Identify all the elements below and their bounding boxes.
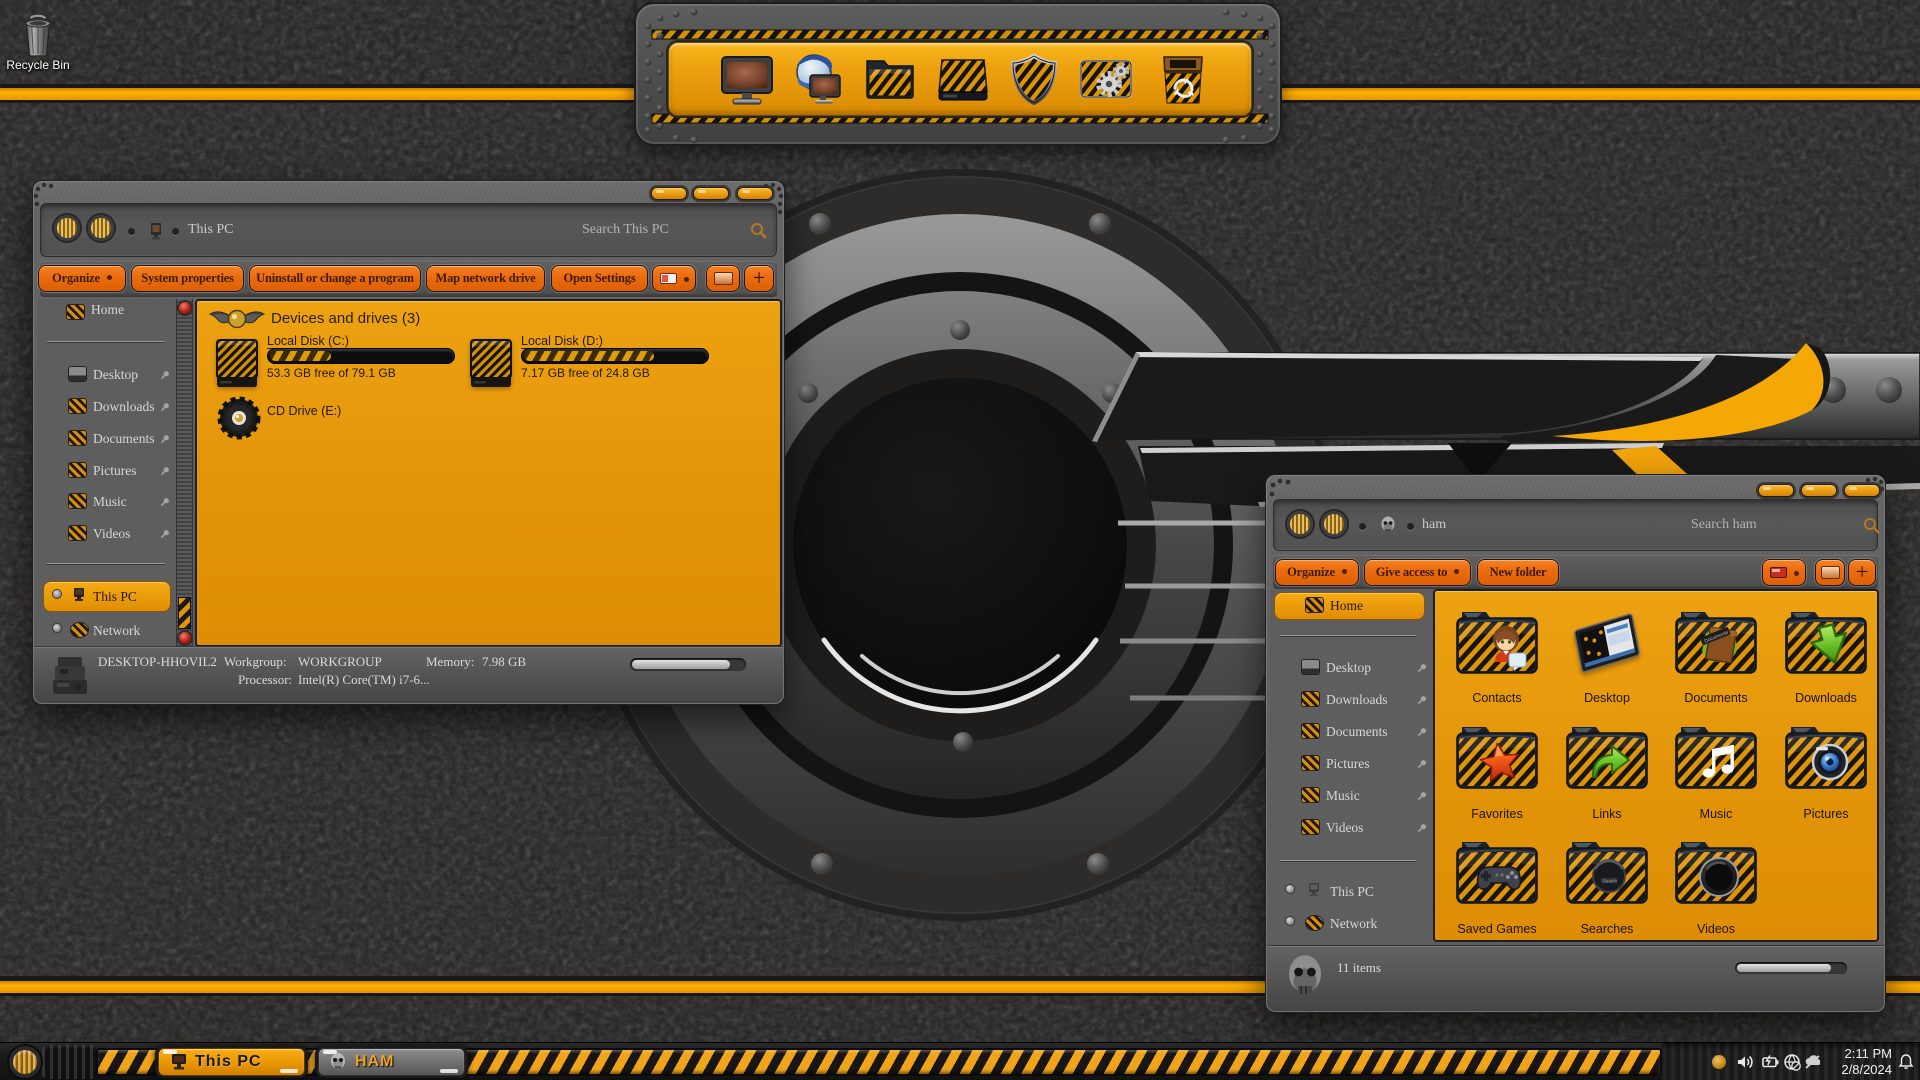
svg-text:Search: Search	[1603, 879, 1617, 884]
